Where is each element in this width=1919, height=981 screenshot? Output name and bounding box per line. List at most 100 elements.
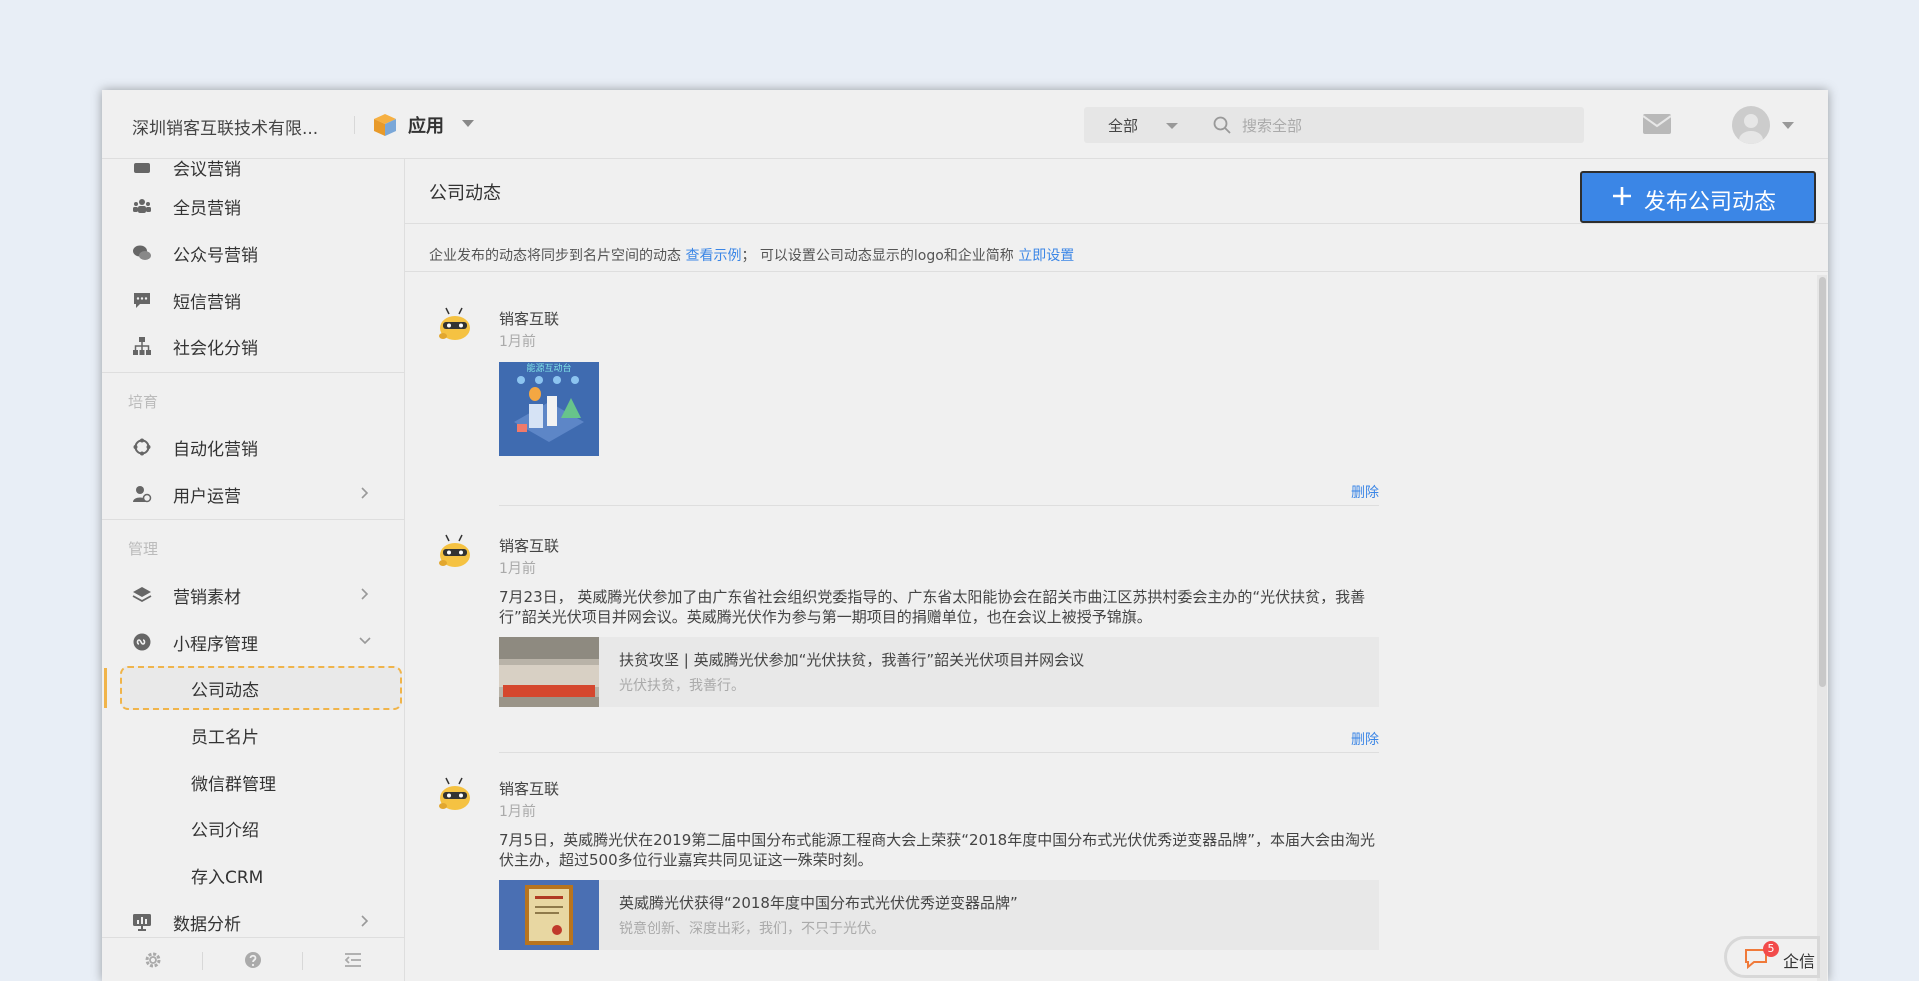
delete-link[interactable]: 删除 (1351, 482, 1379, 502)
isometric-city-image: 能源互动台 (499, 362, 599, 456)
main-content: 公司动态 发布公司动态 企业发布的动态将同步到名片空间的动态 查看示例； 可以设… (405, 159, 1828, 981)
set-now-link[interactable]: 立即设置 (1018, 248, 1074, 264)
sub-item-wechat-groups[interactable]: 微信群管理 (102, 762, 404, 802)
divider (102, 519, 404, 520)
article-title: 英威腾光伏获得“2018年度中国分布式光伏优秀逆变器品牌” (619, 894, 1018, 912)
chevron-down-icon[interactable] (1166, 123, 1178, 129)
chevron-right-icon (361, 487, 369, 499)
news-post: 销客互联 1月前 能源互动台 删除 (429, 306, 1399, 506)
bee-logo-icon (439, 777, 470, 810)
sub-item-label: 存入CRM (191, 868, 264, 888)
sidebar-item-label: 会议营销 (173, 160, 241, 180)
sidebar-footer (102, 937, 404, 981)
publish-button-label: 发布公司动态 (1644, 189, 1777, 214)
article-subtitle: 锐意创新、深度出彩，我们，不只于光伏。 (619, 921, 885, 937)
sidebar-item-label: 短信营销 (173, 293, 241, 313)
sidebar-item-label: 自动化营销 (173, 440, 258, 460)
sidebar-item-meeting[interactable]: 会议营销 (102, 159, 404, 187)
cube-icon[interactable] (372, 112, 398, 138)
chevron-right-icon (361, 588, 369, 600)
app-menu-label[interactable]: 应用 (408, 112, 444, 138)
post-author: 销客互联 (499, 537, 560, 555)
chevron-right-icon (361, 915, 369, 927)
sidebar-item-label: 用户运营 (173, 487, 241, 507)
view-example-link[interactable]: 查看示例 (685, 248, 741, 264)
active-highlight (120, 666, 402, 710)
sub-item-label: 公司动态 (191, 681, 259, 701)
notice-bar: 企业发布的动态将同步到名片空间的动态 查看示例； 可以设置公司动态显示的logo… (429, 245, 1074, 265)
article-thumbnail (499, 637, 599, 707)
plus-icon (1613, 187, 1631, 205)
org-tree-icon (133, 337, 151, 355)
search-input[interactable] (1240, 111, 1564, 141)
chevron-down-icon[interactable] (1782, 122, 1794, 129)
group-photo-image (499, 637, 599, 707)
news-post: 销客互联 1月前 7月23日， 英威腾光伏参加了由广东省社会组织党委指导的、广东… (429, 533, 1399, 763)
help-icon[interactable] (243, 950, 263, 970)
post-image[interactable]: 能源互动台 (499, 362, 599, 456)
user-icon (1739, 114, 1763, 144)
sidebar-item-label: 公众号营销 (173, 246, 258, 266)
sidebar-item-official-account[interactable]: 公众号营销 (102, 233, 404, 273)
bee-logo-icon (439, 307, 470, 340)
sub-item-company-news[interactable]: 公司动态 (102, 666, 404, 710)
article-card[interactable]: 扶贫攻坚 | 英威腾光伏参加“光伏扶贫，我善行”韶关光伏项目并网会议 光伏扶贫，… (499, 637, 1379, 707)
post-body: 7月5日，英威腾光伏在2019第二届中国分布式能源工程商大会上荣获“2018年度… (499, 831, 1375, 869)
wechat-icon (133, 245, 151, 260)
top-bar: 深圳销客互联技术有限... 应用 全部 (102, 90, 1828, 159)
article-subtitle: 光伏扶贫，我善行。 (619, 678, 745, 694)
chart-icon (133, 914, 151, 931)
people-icon (133, 199, 151, 213)
search-scope-select[interactable]: 全部 (1108, 115, 1138, 136)
section-title-nurture: 培育 (128, 393, 159, 411)
sidebar-item-materials[interactable]: 营销素材 (102, 575, 404, 615)
chevron-down-icon[interactable] (462, 120, 474, 127)
miniprogram-icon (133, 633, 151, 651)
search-icon[interactable] (1212, 115, 1232, 135)
image-caption: 能源互动台 (526, 362, 571, 374)
post-author: 销客互联 (499, 780, 560, 798)
collapse-menu-icon[interactable] (343, 950, 363, 970)
notice-text: 企业发布的动态将同步到名片空间的动态 (429, 248, 681, 264)
article-card[interactable]: 英威腾光伏获得“2018年度中国分布式光伏优秀逆变器品牌” 锐意创新、深度出彩，… (499, 880, 1379, 950)
scrollbar-thumb[interactable] (1819, 277, 1826, 687)
company-name[interactable]: 深圳销客互联技术有限... (132, 114, 318, 139)
bee-logo-icon (439, 534, 470, 567)
chevron-down-icon (359, 637, 371, 645)
sub-item-label: 公司介绍 (191, 821, 259, 841)
publish-news-button[interactable]: 发布公司动态 (1580, 171, 1816, 223)
divider (202, 952, 203, 970)
sidebar-item-label: 小程序管理 (173, 635, 258, 655)
sidebar-item-user-ops[interactable]: 用户运营 (102, 474, 404, 514)
sidebar-item-label: 社会化分销 (173, 339, 258, 359)
section-title-manage: 管理 (128, 540, 159, 558)
sidebar-item-sms[interactable]: 短信营销 (102, 280, 404, 320)
sidebar-item-label: 全员营销 (173, 199, 241, 219)
sidebar-item-all-staff[interactable]: 全员营销 (102, 186, 404, 226)
post-time: 1月前 (499, 334, 536, 350)
gear-icon[interactable] (143, 950, 163, 970)
article-thumbnail (499, 880, 599, 950)
qixin-chat-widget[interactable]: 5 企信 (1724, 936, 1820, 978)
sub-item-label: 员工名片 (191, 728, 259, 748)
notice-text: ； 可以设置公司动态显示的logo和企业简称 (741, 248, 1014, 264)
news-post: 销客互联 1月前 7月5日，英威腾光伏在2019第二届中国分布式能源工程商大会上… (429, 776, 1399, 981)
sidebar-item-miniprogram[interactable]: 小程序管理 (102, 622, 404, 662)
divider (405, 223, 1828, 224)
sub-item-staff-card[interactable]: 员工名片 (102, 715, 404, 755)
sidebar-item-automation[interactable]: 自动化营销 (102, 427, 404, 467)
avatar[interactable] (1732, 106, 1770, 144)
divider (499, 505, 1379, 506)
divider (354, 116, 355, 134)
layers-icon (132, 587, 152, 603)
sub-item-save-crm[interactable]: 存入CRM (102, 855, 404, 895)
meeting-icon (134, 163, 150, 173)
sidebar-item-data-analysis[interactable]: 数据分析 (102, 902, 404, 942)
sms-icon (134, 293, 150, 308)
certificate-image (499, 880, 599, 950)
mail-icon[interactable] (1642, 113, 1672, 135)
sub-item-company-intro[interactable]: 公司介绍 (102, 808, 404, 848)
sub-item-label: 微信群管理 (191, 775, 276, 795)
sidebar-item-social-distribution[interactable]: 社会化分销 (102, 326, 404, 366)
delete-link[interactable]: 删除 (1351, 729, 1379, 749)
